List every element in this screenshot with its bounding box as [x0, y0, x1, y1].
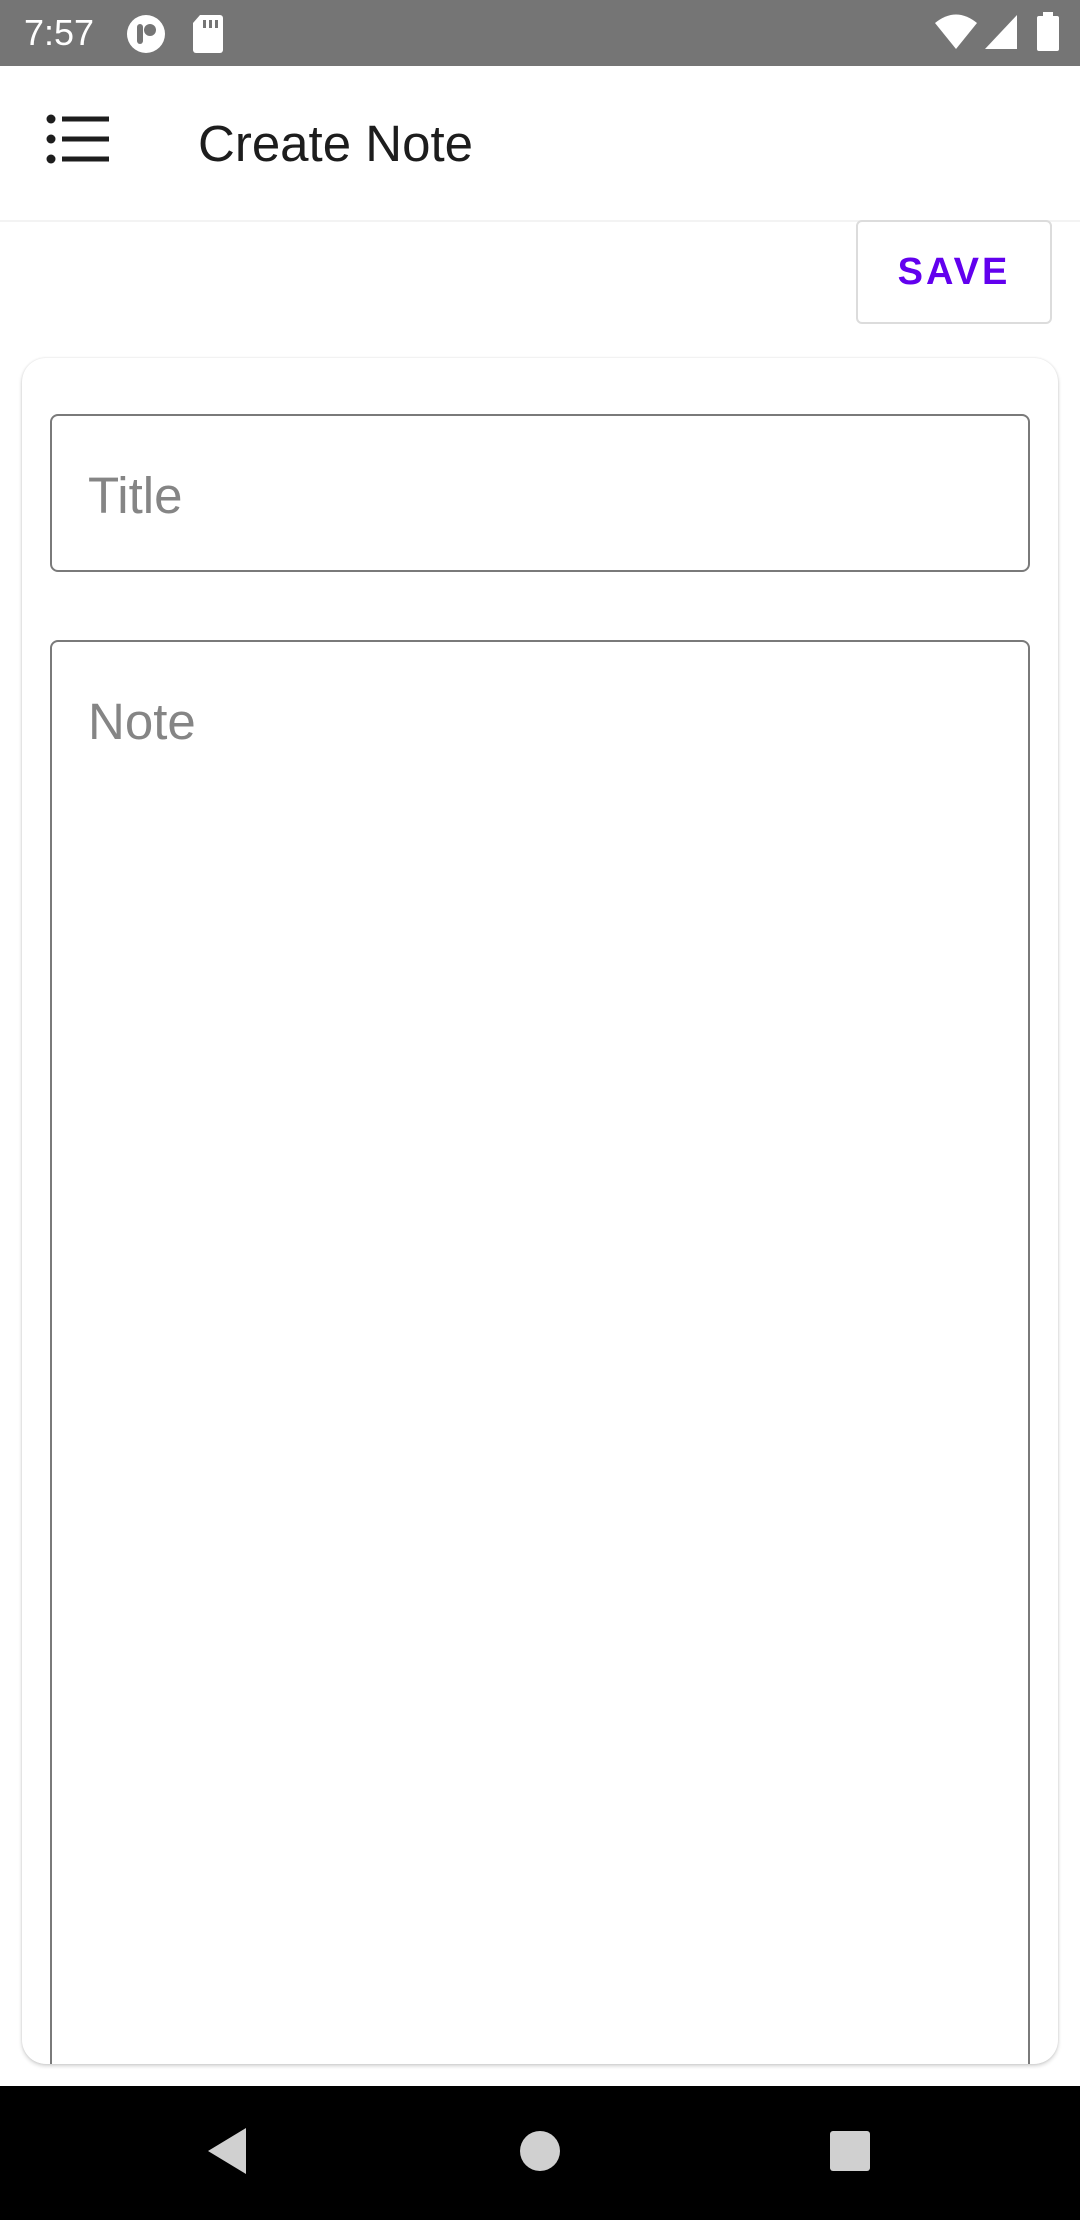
- home-icon: [518, 2129, 562, 2178]
- back-icon: [204, 2126, 248, 2181]
- list-menu-icon: [46, 114, 110, 169]
- status-bar: 7:57: [0, 0, 1080, 66]
- save-button[interactable]: SAVE: [856, 220, 1052, 324]
- battery-icon: [1036, 12, 1060, 57]
- recents-icon: [828, 2129, 872, 2178]
- note-placeholder: Note: [88, 693, 196, 750]
- app-bar: Create Note: [0, 66, 1080, 222]
- wifi-icon: [934, 14, 978, 55]
- notification-app-icon: [126, 14, 166, 59]
- note-card: Title Note: [22, 358, 1058, 2064]
- sd-card-icon: [192, 14, 224, 59]
- back-button[interactable]: [186, 2116, 266, 2190]
- note-field[interactable]: Note: [50, 640, 1030, 2064]
- screen: 7:57 Create Note SAVE Title Note: [0, 0, 1080, 2220]
- nav-bar: [0, 2086, 1080, 2220]
- status-time: 7:57: [24, 12, 95, 53]
- recents-button[interactable]: [810, 2116, 890, 2190]
- page-title: Create Note: [198, 115, 473, 172]
- menu-button[interactable]: [30, 108, 126, 174]
- home-button[interactable]: [500, 2116, 580, 2190]
- title-field[interactable]: Title: [50, 414, 1030, 572]
- cellular-signal-icon: [984, 14, 1018, 55]
- title-placeholder: Title: [88, 467, 183, 524]
